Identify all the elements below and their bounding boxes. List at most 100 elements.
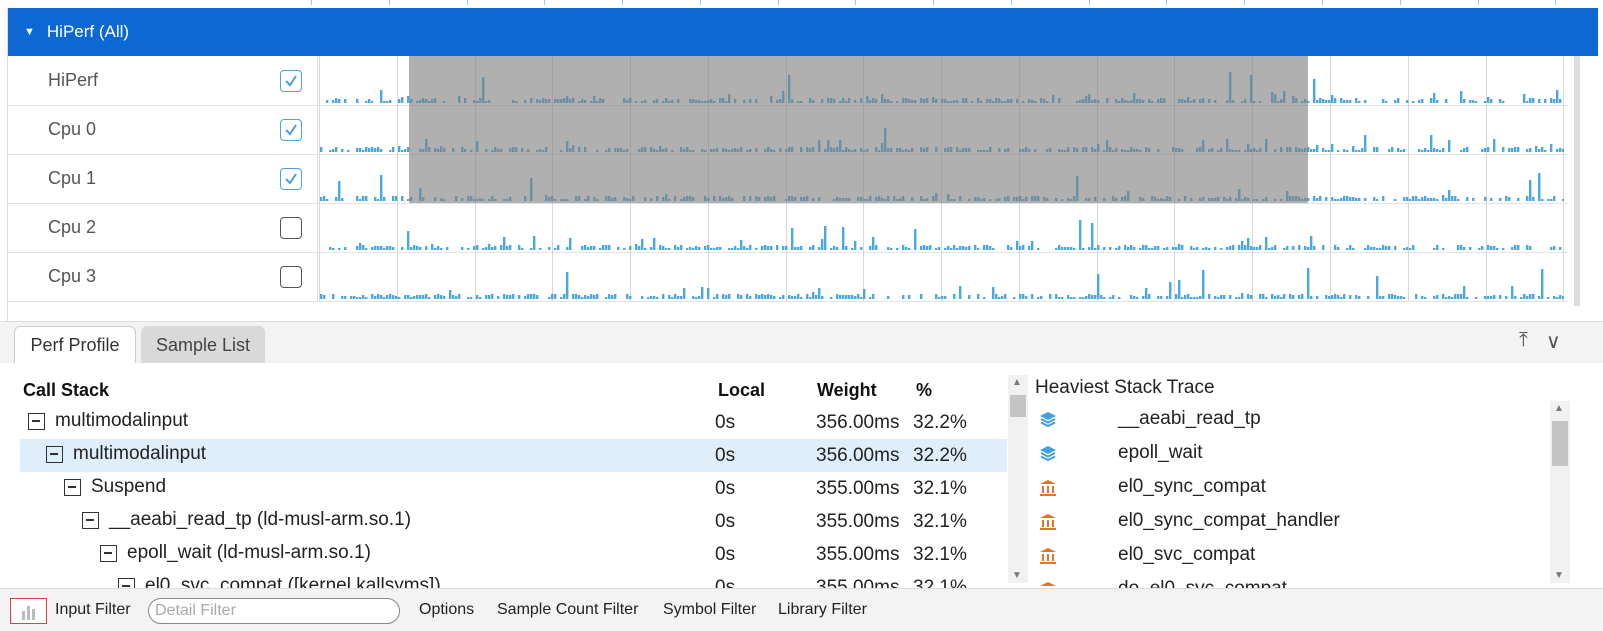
sample-bar <box>1028 99 1031 103</box>
row-label: Cpu 2 <box>48 217 97 237</box>
col-weight[interactable]: Weight <box>817 380 877 401</box>
sample-bar <box>923 99 926 103</box>
trace-row[interactable]: HiPerf <box>8 56 1598 106</box>
sample-bar <box>1364 198 1367 201</box>
call-tree-row[interactable]: __aeabi_read_tp (ld-musl-arm.so.1) 0s 355.… <box>20 505 1007 538</box>
col-call-stack[interactable]: Call Stack <box>23 380 109 401</box>
heaviest-row[interactable]: el0_sync_compat <box>1030 471 1550 504</box>
row-checkbox[interactable] <box>280 168 302 190</box>
scroll-down-icon[interactable]: ▼ <box>1012 570 1022 581</box>
row-track[interactable] <box>319 154 1564 203</box>
row-label: Cpu 3 <box>48 266 97 286</box>
call-tree-row[interactable]: epoll_wait (ld-musl-arm.so.1) 0s 355.00ms 3… <box>20 538 1007 571</box>
heaviest-row[interactable]: __aeabi_read_tp <box>1030 403 1550 436</box>
sample-bar <box>734 99 737 103</box>
sample-bar <box>806 147 809 152</box>
sample-bar <box>1136 99 1139 103</box>
collapse-toggle-icon[interactable] <box>28 412 45 430</box>
col-local[interactable]: Local <box>718 380 765 401</box>
collapse-toggle-icon[interactable] <box>64 478 81 496</box>
call-tree-scrollbar[interactable]: ▲ ▼ <box>1008 375 1028 583</box>
symbol-filter-button[interactable]: Symbol Filter <box>663 601 756 619</box>
sample-bar <box>1511 247 1514 250</box>
options-button[interactable]: Options <box>419 601 474 619</box>
row-checkbox[interactable] <box>280 266 302 288</box>
sample-bar <box>1418 199 1421 201</box>
trace-row[interactable]: Cpu 1 <box>8 154 1598 204</box>
collapse-toggle-icon[interactable] <box>46 445 63 463</box>
trace-row[interactable]: Cpu 2 <box>8 203 1598 253</box>
call-tree-row[interactable]: Suspend 0s 355.00ms 32.1% <box>20 472 1007 505</box>
sample-bar <box>1202 270 1205 299</box>
sample-count-filter-button[interactable]: Sample Count Filter <box>497 601 638 619</box>
row-track[interactable] <box>319 252 1564 301</box>
call-tree-row[interactable]: multimodalinput 0s 356.00ms 32.2% <box>20 439 1007 472</box>
sample-bar <box>989 99 992 103</box>
sample-bar <box>1061 247 1064 250</box>
sample-bar <box>554 248 557 250</box>
row-checkbox[interactable] <box>280 217 302 239</box>
sample-bar <box>875 99 878 103</box>
detail-filter-input[interactable] <box>148 598 400 624</box>
heaviest-row[interactable]: do_el0_svc_compat <box>1030 573 1550 588</box>
tab-sample-list[interactable]: Sample List <box>141 326 265 364</box>
sample-bar <box>962 246 965 250</box>
sample-bar <box>1115 99 1118 103</box>
sample-bar <box>692 248 695 250</box>
heaviest-scroll-thumb[interactable] <box>1552 421 1568 466</box>
trace-row[interactable]: Cpu 3 <box>8 252 1598 302</box>
scroll-up-icon[interactable]: ▲ <box>1554 403 1564 414</box>
sample-bar <box>680 296 683 299</box>
collapse-toggle-icon[interactable] <box>118 577 135 588</box>
collapse-toggle-icon[interactable] <box>100 544 117 562</box>
call-tree-row[interactable]: el0_svc_compat ([kernel.kallsyms]) 0s 355.… <box>20 571 1007 588</box>
row-checkbox[interactable] <box>280 70 302 92</box>
sample-bar <box>1142 100 1145 103</box>
tab-perf-profile[interactable]: Perf Profile <box>14 326 136 364</box>
sample-bar <box>1364 100 1367 103</box>
library-filter-button[interactable]: Library Filter <box>778 601 867 619</box>
caret-down-icon[interactable]: ▼ <box>24 26 35 38</box>
col-percent[interactable]: % <box>916 380 932 401</box>
sample-bar <box>887 296 890 299</box>
sample-bar <box>1001 296 1004 299</box>
sample-bar <box>1256 150 1259 152</box>
row-track[interactable] <box>319 105 1564 154</box>
sample-bar <box>590 246 593 250</box>
heaviest-row[interactable]: el0_svc_compat <box>1030 539 1550 572</box>
heaviest-scrollbar[interactable]: ▲ ▼ <box>1550 401 1570 583</box>
sample-bar <box>674 294 677 299</box>
sample-bar <box>737 248 740 250</box>
collapse-panel-icon[interactable]: ∨ <box>1546 329 1561 354</box>
row-checkbox[interactable] <box>280 119 302 141</box>
call-tree-row[interactable]: multimodalinput 0s 356.00ms 32.2% <box>20 406 1007 439</box>
ruler-tick <box>933 0 934 5</box>
trace-scrollbar[interactable] <box>1568 56 1598 326</box>
sample-bar <box>842 150 845 152</box>
sample-bar <box>1298 245 1301 250</box>
sample-bar <box>854 149 857 152</box>
sample-bar <box>1484 101 1487 103</box>
ruler-tick <box>1089 0 1090 5</box>
trace-row[interactable]: Cpu 0 <box>8 105 1598 155</box>
row-track[interactable] <box>319 203 1564 252</box>
hiperf-group-header[interactable]: ▼ HiPerf (All) <box>8 8 1598 56</box>
sample-bar <box>539 149 542 152</box>
checkmark-icon <box>285 124 297 136</box>
scroll-down-icon[interactable]: ▼ <box>1554 570 1564 581</box>
sample-bar <box>581 99 584 103</box>
scroll-up-icon[interactable]: ▲ <box>1012 377 1022 388</box>
call-tree-scroll-thumb[interactable] <box>1010 395 1026 417</box>
ruler-tick <box>1011 0 1012 5</box>
heaviest-row[interactable]: epoll_wait <box>1030 437 1550 470</box>
sample-bar <box>362 245 365 250</box>
chart-toggle-button[interactable] <box>10 598 47 624</box>
collapse-toggle-icon[interactable] <box>82 511 99 529</box>
sample-bar <box>1007 245 1010 250</box>
sample-bar <box>725 149 728 152</box>
heaviest-row[interactable]: el0_sync_compat_handler <box>1030 505 1550 538</box>
sample-bar <box>743 100 746 103</box>
pin-top-icon[interactable]: ⤒ <box>1519 329 1528 352</box>
row-track[interactable] <box>319 56 1564 105</box>
trace-scrollbar-thumb[interactable] <box>1574 56 1580 306</box>
